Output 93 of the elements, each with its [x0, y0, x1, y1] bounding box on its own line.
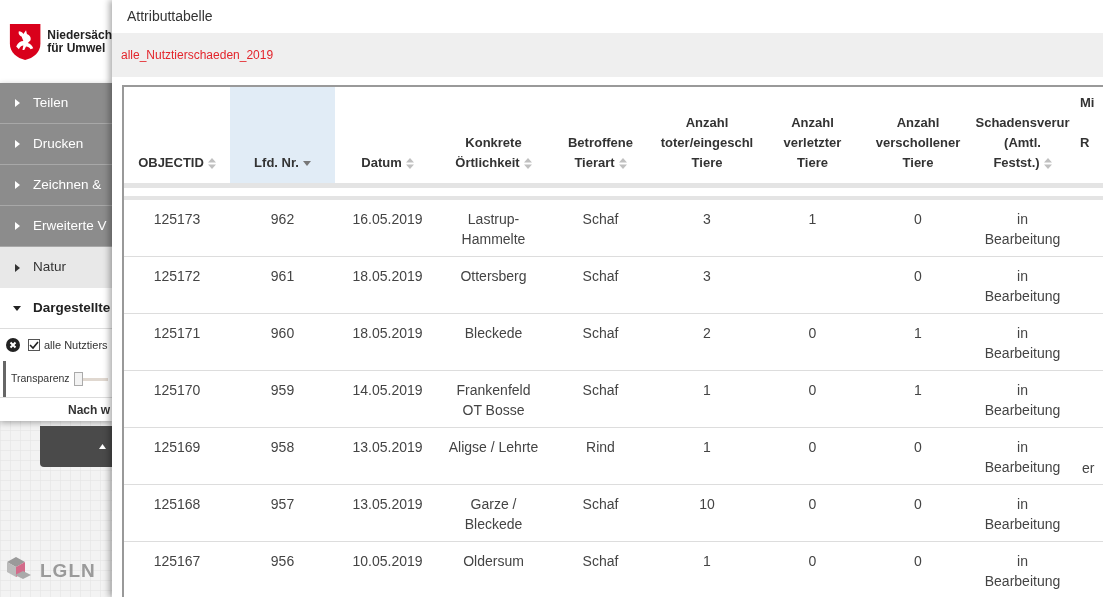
layer-name: alle Nutztiers	[44, 337, 108, 353]
caret-down-icon	[13, 304, 21, 312]
table-cell-text: Rind	[586, 438, 615, 457]
table-cell-text: 1	[703, 438, 711, 457]
collapse-button[interactable]	[40, 426, 112, 467]
table-cell-text: Schaf	[582, 210, 619, 229]
table-cell-text: 0	[808, 324, 817, 343]
table-cell-text: Garze / Bleckede	[464, 495, 523, 534]
menu-item[interactable]: Natur	[0, 247, 112, 288]
table-cell-text: Schaf	[582, 381, 619, 400]
table-cell-text: 125173	[153, 210, 201, 229]
table-cell-text: Oldersum	[463, 552, 524, 571]
sort-descending-icon[interactable]	[302, 161, 311, 167]
caret-right-icon	[13, 99, 21, 107]
table-cell-text: 0	[914, 552, 922, 571]
table-cell-text: 1	[914, 381, 922, 400]
order-label: Nach w	[68, 401, 110, 419]
table-cell-text: 0	[808, 381, 817, 400]
layer-title: alle_Nutztierschaeden_2019	[121, 47, 274, 64]
caret-right-icon	[13, 222, 21, 230]
table-cell-text: 0	[808, 552, 817, 571]
sort-icon[interactable]	[523, 158, 532, 170]
table-cell-text: Aligse / Lehrte	[448, 438, 539, 457]
table-cell-text: 1	[703, 381, 711, 400]
table-cell-text: 0	[808, 438, 817, 457]
table-cell-text: in Bearbeitung	[984, 210, 1061, 249]
table-cell-text: Lastrup- Hammelte	[461, 210, 526, 249]
table-cell-text: 1	[914, 324, 922, 343]
table-cell-text: 3	[703, 210, 711, 229]
table-cell-text: Schaf	[582, 324, 619, 343]
table-cell-text: 961	[270, 267, 295, 286]
transparency-label: Transparenz	[11, 371, 70, 387]
caret-up-icon	[99, 444, 106, 449]
table-cell-text: in Bearbeitung	[984, 552, 1061, 591]
table-cell-text: 959	[270, 381, 295, 400]
transparency-slider[interactable]	[73, 373, 108, 385]
table-cell-text: 957	[270, 495, 295, 514]
window-title: Attributtabelle	[127, 7, 213, 26]
table-cell-text: 125168	[153, 495, 201, 514]
table-cell-text: 958	[270, 438, 295, 457]
table-cell-text: 10	[699, 495, 715, 514]
sort-icon[interactable]	[207, 158, 216, 170]
authority-name: für Umwel	[47, 41, 107, 55]
table-cell-text: 125172	[153, 267, 201, 286]
table-cell-text: 0	[914, 210, 922, 229]
table-cell-text: 962	[270, 210, 295, 229]
table-cell-text: Schaf	[582, 552, 619, 571]
table-cell-text: in Bearbeitung	[984, 381, 1061, 420]
checkmark-icon	[29, 340, 39, 350]
table-cell-text: in Bearbeitung	[984, 324, 1061, 363]
table-cell-text: 125167	[153, 552, 201, 571]
table-cell-text: Frankenfeld OT Bosse	[456, 381, 531, 420]
column-header[interactable]: Lfd. Nr.	[230, 87, 335, 183]
caret-right-icon	[13, 181, 21, 189]
slider-thumb[interactable]	[73, 372, 83, 386]
table-cell-text: 1	[808, 210, 817, 229]
authority-name: Niedersäch	[47, 28, 112, 42]
brand-name: LGLN	[40, 558, 96, 583]
menu-item[interactable]: Dargestellte	[0, 288, 112, 329]
table-cell-text: in Bearbeitung	[984, 495, 1061, 534]
table-cell-text: 10.05.2019	[352, 552, 423, 571]
caret-right-icon	[13, 140, 21, 148]
table-cell-text: 125169	[153, 438, 201, 457]
table-cell-text: 0	[914, 267, 922, 286]
table-cell-text: 18.05.2019	[352, 324, 423, 343]
sort-icon[interactable]	[1043, 158, 1052, 170]
table-cell-text: 14.05.2019	[352, 381, 423, 400]
table-cell-text: Schaf	[582, 495, 619, 514]
table-cell-text: 956	[270, 552, 295, 571]
sort-icon[interactable]	[405, 158, 414, 170]
table-cell-text: 16.05.2019	[352, 210, 423, 229]
table-cell-text: 125171	[153, 324, 201, 343]
remove-icon[interactable]	[6, 338, 20, 352]
table-cell-text: 125170	[153, 381, 201, 400]
sort-icon[interactable]	[618, 158, 627, 170]
table-cell-text: in Bearbeitung	[984, 267, 1061, 306]
table-cell-text: 960	[270, 324, 295, 343]
caret-right-icon	[13, 263, 21, 272]
table-cell-text: 1	[703, 552, 711, 571]
table-cell-text: 0	[914, 438, 922, 457]
table-cell-text: Schaf	[582, 267, 619, 286]
table-cell-text: 2	[703, 324, 711, 343]
table-cell-text: 13.05.2019	[352, 438, 423, 457]
table-cell-text: 0	[914, 495, 922, 514]
table-cell-text: 13.05.2019	[352, 495, 423, 514]
table-cell-text: in Bearbeitung	[984, 438, 1061, 477]
table-cell-text: Ottersberg	[460, 267, 527, 286]
layer-checkbox[interactable]	[28, 339, 40, 351]
table-cell-text: 0	[808, 495, 817, 514]
table-cell-text: er	[1082, 459, 1095, 478]
table-cell-text: 18.05.2019	[352, 267, 423, 286]
table-cell-text: Bleckede	[464, 324, 523, 343]
table-cell-text: 3	[703, 267, 711, 286]
